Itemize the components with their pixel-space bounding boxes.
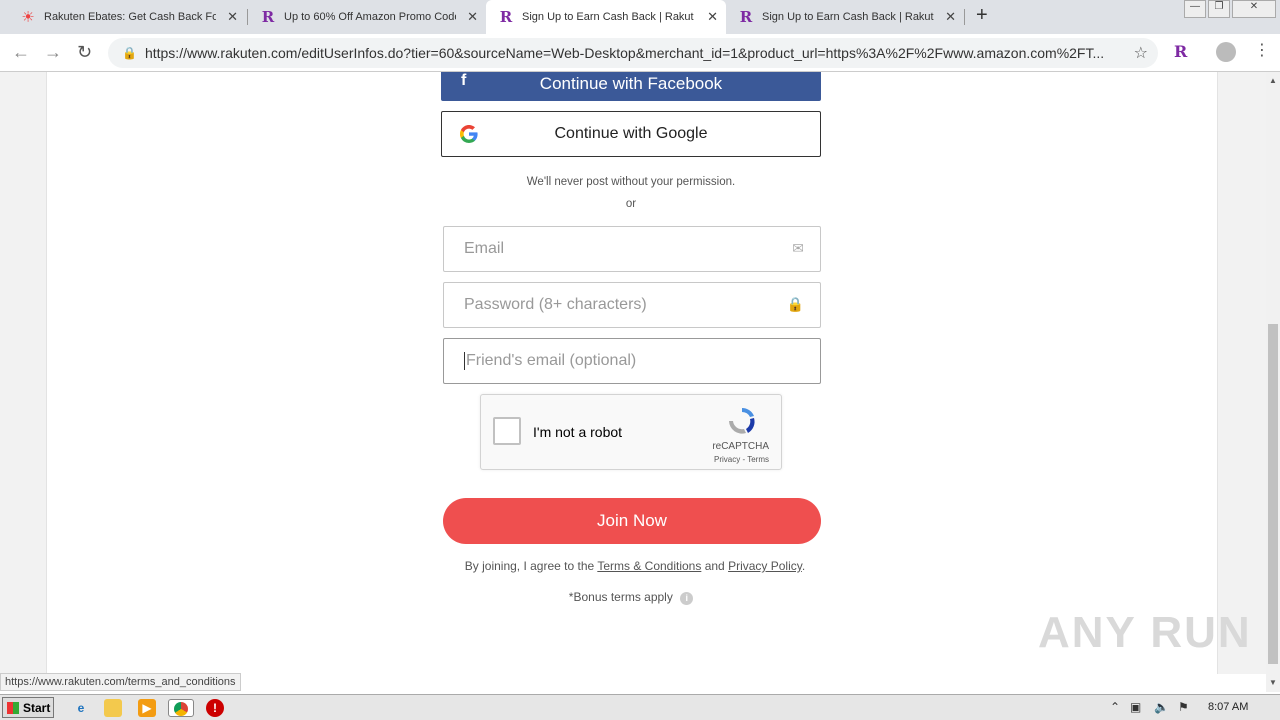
password-field[interactable]: Password (8+ characters) 🔒 bbox=[443, 282, 821, 328]
recaptcha-brand: reCAPTCHA bbox=[712, 441, 769, 452]
terms-link[interactable]: Terms & Conditions bbox=[597, 559, 701, 573]
tab-strip: ☀ Rakuten Ebates: Get Cash Back For ✕ R … bbox=[0, 0, 1280, 34]
tab-title: Rakuten Ebates: Get Cash Back For bbox=[44, 11, 216, 23]
forward-icon[interactable]: → bbox=[44, 42, 62, 63]
facebook-label: Continue with Facebook bbox=[539, 73, 723, 93]
recaptcha-label: I'm not a robot bbox=[533, 424, 623, 440]
friend-email-field[interactable]: Friend's email (optional) bbox=[443, 338, 821, 384]
privacy-policy-link[interactable]: Privacy Policy bbox=[728, 559, 802, 573]
or-divider: or bbox=[625, 198, 637, 210]
recaptcha-checkbox[interactable] bbox=[493, 417, 521, 445]
new-tab-icon[interactable]: + bbox=[976, 4, 988, 27]
recaptcha-logo-icon bbox=[729, 408, 755, 434]
permission-note: We'll never post without your permission… bbox=[526, 176, 736, 188]
lock-icon[interactable]: 🔒 bbox=[122, 46, 137, 60]
rakuten-r-icon: R bbox=[739, 8, 753, 26]
tray-expand-icon[interactable]: ⌃ bbox=[1110, 700, 1120, 714]
network-icon[interactable]: ▣ bbox=[1130, 700, 1141, 714]
email-field[interactable]: Email ✉ bbox=[443, 226, 821, 272]
page-viewport: f Continue with Facebook Continue with G… bbox=[0, 72, 1266, 674]
address-bar[interactable]: 🔒 https://www.rakuten.com/editUserInfos.… bbox=[108, 38, 1158, 68]
vertical-scrollbar[interactable]: ▲ ▼ bbox=[1266, 72, 1280, 692]
legal-text: By joining, I agree to the Terms & Condi… bbox=[441, 559, 829, 573]
anyrun-watermark: ANY RUN bbox=[1038, 608, 1252, 657]
password-placeholder: Password (8+ characters) bbox=[464, 296, 647, 313]
recaptcha-privacy-terms[interactable]: Privacy - Terms bbox=[714, 455, 769, 464]
tab-divider bbox=[964, 9, 965, 25]
action-center-flag-icon[interactable]: ⚑ bbox=[1178, 700, 1189, 714]
recaptcha-widget: I'm not a robot reCAPTCHA Privacy - Term… bbox=[480, 394, 782, 470]
tab-signup[interactable]: R Sign Up to Earn Cash Back | Rakuten ✕ bbox=[726, 0, 964, 34]
rakuten-r-icon: R bbox=[499, 8, 513, 26]
windows-logo-icon bbox=[7, 701, 19, 714]
tab-signup-active[interactable]: R Sign Up to Earn Cash Back | Rakuten ✕ bbox=[486, 0, 726, 34]
minimize-icon[interactable]: — bbox=[1184, 0, 1206, 18]
security-alert-icon[interactable]: ! bbox=[206, 699, 224, 717]
text-caret bbox=[464, 352, 465, 370]
chrome-icon[interactable] bbox=[168, 699, 194, 717]
legal-and: and bbox=[704, 559, 725, 573]
facebook-icon: f bbox=[461, 72, 467, 89]
start-label: Start bbox=[23, 700, 51, 715]
envelope-icon: ✉ bbox=[792, 240, 804, 256]
legal-suffix: . bbox=[801, 559, 806, 573]
google-icon bbox=[460, 125, 478, 143]
close-icon[interactable]: ✕ bbox=[227, 9, 238, 25]
join-now-button[interactable]: Join Now bbox=[443, 498, 821, 544]
email-placeholder: Email bbox=[464, 240, 505, 257]
file-explorer-icon[interactable] bbox=[104, 699, 122, 717]
info-icon[interactable]: i bbox=[680, 592, 694, 605]
bonus-terms: *Bonus terms apply i bbox=[441, 590, 821, 605]
rakuten-r-icon: R bbox=[261, 8, 275, 26]
tab-amazon-promo[interactable]: R Up to 60% Off Amazon Promo Code ✕ bbox=[248, 0, 486, 34]
status-bar-url: https://www.rakuten.com/terms_and_condit… bbox=[0, 673, 241, 691]
lock-icon: 🔒 bbox=[786, 296, 804, 312]
tab-title: Sign Up to Earn Cash Back | Rakuten bbox=[522, 11, 694, 23]
taskbar-clock[interactable]: 8:07 AM bbox=[1208, 701, 1248, 713]
media-player-icon[interactable]: ▶ bbox=[138, 699, 156, 717]
scroll-down-icon[interactable]: ▼ bbox=[1269, 678, 1277, 687]
volume-icon[interactable]: 🔈 bbox=[1154, 700, 1169, 714]
legal-prefix: By joining, I agree to the bbox=[464, 559, 595, 573]
tab-title: Sign Up to Earn Cash Back | Rakuten bbox=[762, 11, 934, 23]
internet-explorer-icon[interactable]: e bbox=[72, 699, 90, 717]
bonus-text: *Bonus terms apply bbox=[568, 590, 673, 604]
reload-icon[interactable]: ↻ bbox=[77, 42, 92, 63]
profile-avatar-icon[interactable] bbox=[1216, 42, 1236, 62]
scrollbar-thumb[interactable] bbox=[1268, 324, 1278, 664]
close-icon[interactable]: ✕ bbox=[945, 9, 956, 25]
browser-toolbar: ← → ↻ 🔒 https://www.rakuten.com/editUser… bbox=[0, 34, 1280, 72]
rakuten-extension-icon[interactable]: R bbox=[1174, 42, 1187, 61]
friend-email-placeholder: Friend's email (optional) bbox=[466, 352, 637, 369]
close-window-icon[interactable]: ✕ bbox=[1232, 0, 1276, 18]
continue-with-facebook-button[interactable]: f Continue with Facebook bbox=[441, 72, 821, 101]
tab-rakuten-ebates[interactable]: ☀ Rakuten Ebates: Get Cash Back For ✕ bbox=[8, 0, 246, 34]
rakuten-rainbow-icon: ☀ bbox=[21, 8, 35, 26]
scroll-up-icon[interactable]: ▲ bbox=[1269, 76, 1277, 85]
windows-taskbar: Start e ▶ ! ⌃ ▣ 🔈 ⚑ 8:07 AM bbox=[0, 694, 1280, 720]
back-icon[interactable]: ← bbox=[12, 42, 30, 63]
tab-title: Up to 60% Off Amazon Promo Code bbox=[284, 11, 456, 23]
google-label: Continue with Google bbox=[554, 125, 708, 142]
bookmark-star-icon[interactable]: ☆ bbox=[1134, 43, 1148, 63]
start-button[interactable]: Start bbox=[2, 697, 54, 718]
continue-with-google-button[interactable]: Continue with Google bbox=[441, 111, 821, 157]
close-icon[interactable]: ✕ bbox=[467, 9, 478, 25]
menu-dots-icon[interactable]: ⋮ bbox=[1254, 40, 1270, 60]
restore-icon[interactable]: ❐ bbox=[1208, 0, 1230, 18]
close-icon[interactable]: ✕ bbox=[707, 9, 718, 25]
url-text[interactable]: https://www.rakuten.com/editUserInfos.do… bbox=[145, 45, 1125, 61]
